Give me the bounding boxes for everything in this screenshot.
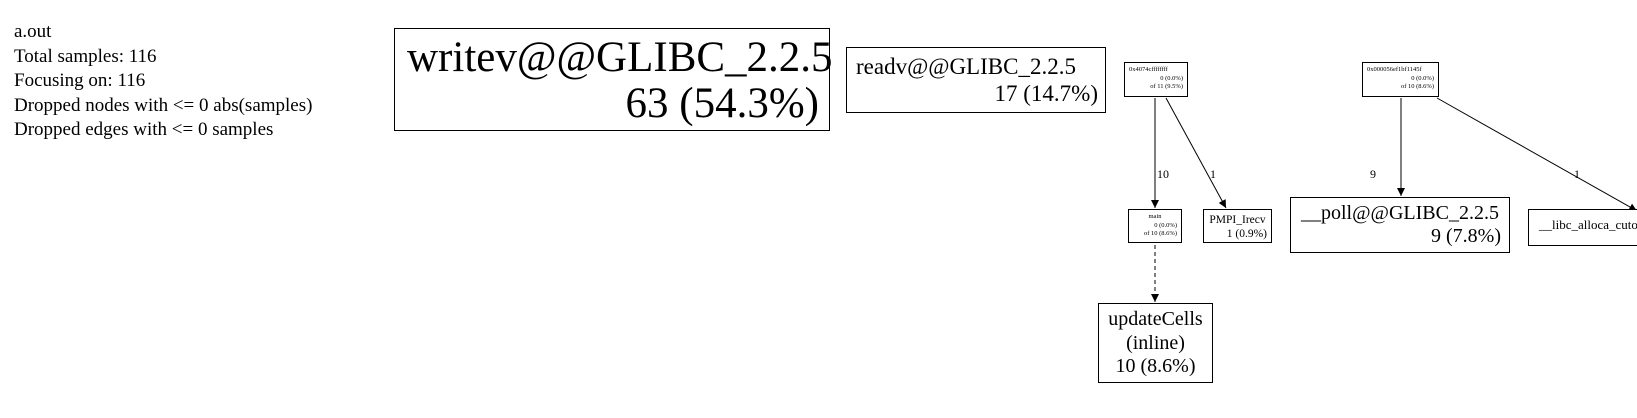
node-updatecells-inline: (inline) [1126, 331, 1185, 354]
node-main-name: main [1148, 213, 1162, 220]
node-addr2-flat: 0 (0.0%) [1411, 74, 1434, 82]
edge-addr1-pmpi [1165, 97, 1227, 209]
edge-label-addr2-poll: 9 [1370, 167, 1376, 181]
node-addr2-name: 0x000056ef1bf1145f [1367, 66, 1422, 73]
node-addr-0x4074c[interactable]: 0x4074cffffffff 0 (0.0%) of 11 (9.5%) [1124, 62, 1188, 97]
node-readv[interactable]: readv@@GLIBC_2.2.5 17 (14.7%) [846, 47, 1106, 113]
node-pmpi-irecv[interactable]: PMPI_Irecv 1 (0.9%) [1203, 209, 1272, 243]
edge-label-addr1-main: 10 [1157, 167, 1169, 181]
node-addr-0x000056ef[interactable]: 0x000056ef1bf1145f 0 (0.0%) of 10 (8.6%) [1362, 62, 1439, 97]
node-libc-alloca-cutoff[interactable]: __libc_alloca_cutoff [1528, 209, 1637, 246]
node-main-flat: 0 (0.0%) [1154, 221, 1177, 229]
node-poll[interactable]: __poll@@GLIBC_2.2.5 9 (7.8%) [1290, 197, 1510, 253]
node-pmpi-name: PMPI_Irecv [1209, 214, 1266, 226]
node-alloca-name: __libc_alloca_cutoff [1539, 217, 1637, 232]
node-addr1-name: 0x4074cffffffff [1129, 66, 1168, 73]
node-writev-stats: 63 (54.3%) [625, 80, 819, 127]
node-readv-stats: 17 (14.7%) [994, 81, 1098, 106]
node-addr2-cum: of 10 (8.6%) [1400, 83, 1434, 90]
node-main[interactable]: main 0 (0.0%) of 10 (8.6%) [1128, 209, 1182, 243]
node-updatecells-name: updateCells [1108, 308, 1203, 330]
node-poll-name: __poll@@GLIBC_2.2.5 [1301, 202, 1499, 224]
node-pmpi-stats: 1 (0.9%) [1226, 227, 1267, 240]
edge-label-addr1-pmpi: 1 [1210, 167, 1216, 181]
node-updatecells-stats: 10 (8.6%) [1115, 355, 1196, 377]
node-poll-stats: 9 (7.8%) [1431, 225, 1501, 247]
node-readv-name: readv@@GLIBC_2.2.5 [856, 54, 1076, 79]
node-updatecells[interactable]: updateCells (inline) 10 (8.6%) [1098, 303, 1213, 383]
node-addr1-flat: 0 (0.0%) [1160, 74, 1183, 82]
node-writev[interactable]: writev@@GLIBC_2.2.5 63 (54.3%) [394, 28, 833, 131]
edge-addr2-alloca [1436, 97, 1637, 212]
node-addr1-cum: of 11 (9.5%) [1150, 83, 1183, 90]
edge-label-addr2-alloca: 1 [1574, 167, 1580, 181]
node-writev-name: writev@@GLIBC_2.2.5 [407, 34, 833, 81]
node-main-cum: of 10 (8.6%) [1143, 230, 1177, 237]
